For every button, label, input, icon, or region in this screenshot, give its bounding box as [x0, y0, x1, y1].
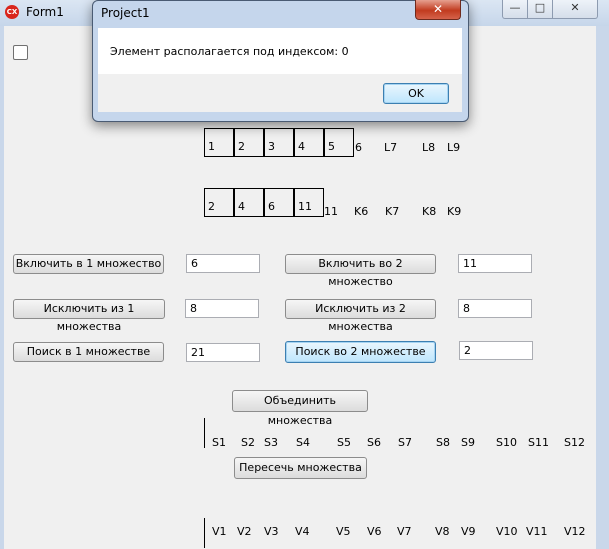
- set1-cell-value: 4: [298, 140, 305, 153]
- set2-label: K6: [354, 205, 369, 218]
- union-label: S11: [528, 436, 549, 449]
- union-label: S12: [564, 436, 585, 449]
- union-result-divider: [204, 418, 205, 448]
- set1-cell: 5: [324, 128, 354, 157]
- minimize-button[interactable]: —: [502, 0, 528, 19]
- intersect-label: V5: [336, 525, 351, 538]
- intersect-label: V4: [295, 525, 310, 538]
- union-label: S10: [496, 436, 517, 449]
- set2-cell-value: 6: [268, 200, 275, 213]
- set2-label: K8: [422, 205, 437, 218]
- ok-button[interactable]: OK: [383, 83, 449, 104]
- union-label: S9: [461, 436, 475, 449]
- set1-cell: 4: [294, 128, 324, 157]
- set1-cell: 2: [234, 128, 264, 157]
- exclude-set2-input[interactable]: 8: [458, 299, 532, 318]
- set1-label: L7: [384, 141, 398, 154]
- set2-cell: 11: [294, 188, 324, 217]
- exclude-set1-input[interactable]: 8: [185, 299, 259, 318]
- dialog-body: Элемент располагается под индексом: 0: [98, 28, 462, 74]
- set1-cell-value: 2: [238, 140, 245, 153]
- intersect-label: V11: [526, 525, 548, 538]
- set2-label: K9: [447, 205, 462, 218]
- app-icon: CX: [5, 5, 19, 19]
- intersect-label: V3: [264, 525, 279, 538]
- dialog-title: Project1: [101, 6, 150, 20]
- set2-label: 11: [324, 205, 338, 218]
- intersect-label: V6: [367, 525, 382, 538]
- union-label: S8: [436, 436, 450, 449]
- include-set2-button[interactable]: Включить во 2 множество: [285, 254, 436, 288]
- dialog-message: Элемент располагается под индексом: 0: [110, 45, 349, 58]
- message-dialog: Project1 ✕ Элемент располагается под инд…: [92, 0, 469, 122]
- include-set2-input[interactable]: 11: [458, 254, 532, 273]
- search-set2-button[interactable]: Поиск во 2 множестве: [285, 341, 436, 363]
- union-label: S7: [398, 436, 412, 449]
- set2-cell-value: 2: [208, 200, 215, 213]
- maximize-button[interactable]: □: [527, 0, 553, 19]
- intersect-label: V2: [237, 525, 252, 538]
- union-button[interactable]: Объединить множества: [232, 390, 368, 427]
- set1-cell: 1: [204, 128, 234, 157]
- dialog-footer: OK: [98, 74, 462, 112]
- set1-cell-value: 3: [268, 140, 275, 153]
- main-window-title: Form1: [26, 5, 64, 19]
- search-set1-button[interactable]: Поиск в 1 множестве: [13, 342, 164, 362]
- intersect-label: V9: [461, 525, 476, 538]
- set2-cell-value: 11: [298, 200, 312, 213]
- set1-cell-value: 5: [328, 140, 335, 153]
- union-label: S5: [337, 436, 351, 449]
- set2-cell: 4: [234, 188, 264, 217]
- exclude-set2-button[interactable]: Исключить из 2 множества: [285, 299, 436, 333]
- set2-cell: 2: [204, 188, 234, 217]
- union-label: S1: [212, 436, 226, 449]
- set1-label: L9: [447, 141, 461, 154]
- close-button[interactable]: ✕: [552, 0, 598, 19]
- set2-label: K7: [385, 205, 400, 218]
- union-label: S6: [367, 436, 381, 449]
- intersect-label: V12: [564, 525, 586, 538]
- search-set2-input[interactable]: 2: [459, 341, 533, 360]
- union-label: S4: [296, 436, 310, 449]
- intersect-label: V7: [397, 525, 412, 538]
- union-label: S2: [241, 436, 255, 449]
- union-label: S3: [264, 436, 278, 449]
- set2-cell: 6: [264, 188, 294, 217]
- set1-cell-value: 1: [208, 140, 215, 153]
- intersect-result-divider: [204, 518, 205, 548]
- checkbox[interactable]: [13, 45, 28, 60]
- set1-cell: 3: [264, 128, 294, 157]
- intersect-label: V1: [212, 525, 227, 538]
- dialog-close-button[interactable]: ✕: [415, 0, 461, 20]
- exclude-set1-button[interactable]: Исключить из 1 множества: [13, 299, 165, 333]
- intersect-label: V8: [435, 525, 450, 538]
- include-set1-button[interactable]: Включить в 1 множество: [13, 254, 164, 274]
- intersect-button[interactable]: Пересечь множества: [234, 457, 367, 479]
- set2-cell-value: 4: [238, 200, 245, 213]
- set1-label: L8: [422, 141, 436, 154]
- search-set1-input[interactable]: 21: [186, 343, 260, 362]
- window-frame-right: [596, 26, 609, 549]
- set1-label: 6: [355, 141, 362, 154]
- include-set1-input[interactable]: 6: [186, 254, 260, 273]
- intersect-label: V10: [496, 525, 518, 538]
